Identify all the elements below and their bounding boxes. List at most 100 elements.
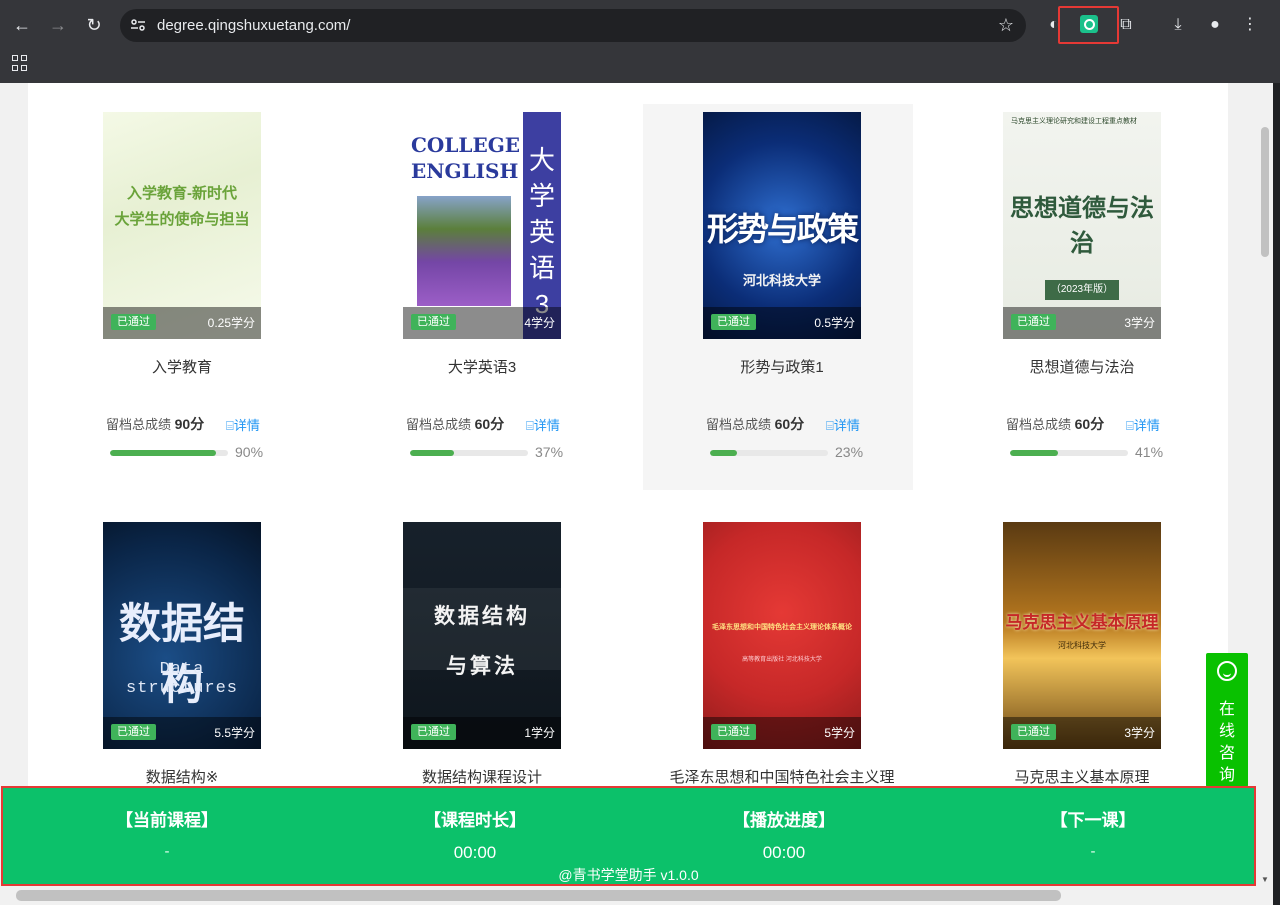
course-title[interactable]: 毛泽东思想和中国特色社会主义理 <box>643 766 921 787</box>
chat-icon <box>1217 661 1237 681</box>
page-viewport: 入学教育-新时代 大学生的使命与担当 已通过 0.25学分 入学教育 留档总成绩… <box>0 83 1273 886</box>
cover-text: 形势与政策 <box>706 211 859 247</box>
cover-image: COLLEGE ENGLISH 大学英语3 <box>403 112 561 339</box>
scroll-thumb[interactable] <box>16 890 1061 901</box>
passed-badge: 已通过 <box>711 314 756 330</box>
profile-icon[interactable]: ● <box>1203 13 1227 37</box>
cover-text: Data structures <box>125 660 239 698</box>
cover-text: 高等教育出版社 河北科技大学 <box>742 657 822 663</box>
score-label: 留档总成绩 <box>106 417 172 432</box>
course-title[interactable]: 思想道德与法治 <box>943 356 1221 377</box>
url-text[interactable]: degree.qingshuxuetang.com/ <box>157 17 350 34</box>
cover-text: 入学教育-新时代 <box>127 185 237 202</box>
current-course-value: - <box>164 843 170 860</box>
next-course-value: - <box>1090 843 1096 860</box>
course-title[interactable]: 大学英语3 <box>343 356 621 377</box>
star-icon[interactable]: ☆ <box>998 15 1014 36</box>
cover-info-bar: 已通过 4学分 <box>403 307 561 339</box>
cover-text: COLLEGE ENGLISH <box>411 133 521 183</box>
progress-bar <box>410 450 528 456</box>
score-row: 留档总成绩 60分 <box>706 414 804 434</box>
progress-fill <box>410 450 454 456</box>
cover-text: 数据结构 <box>434 605 530 628</box>
progress-text: 23% <box>835 444 864 460</box>
cover-text: 河北科技大学 <box>1058 641 1106 650</box>
browser-toolbar: ← → ↻ degree.qingshuxuetang.com/ ☆ ◐ ⧉ ⤓… <box>0 0 1280 50</box>
course-cover[interactable]: COLLEGE ENGLISH 大学英语3 已通过 4学分 <box>403 112 561 339</box>
credit-text: 5学分 <box>824 726 855 740</box>
next-course-block: 【下一课】 - <box>973 806 1213 860</box>
score-value: 60分 <box>1074 416 1105 432</box>
progress-fill <box>110 450 217 456</box>
vertical-scrollbar[interactable]: ▼ <box>1257 83 1273 886</box>
next-course-label: 【下一课】 <box>1050 811 1136 830</box>
detail-link[interactable]: ⌸详情 <box>1126 415 1160 434</box>
play-progress-block: 【播放进度】 00:00 <box>664 806 904 863</box>
credit-text: 5.5学分 <box>214 726 255 740</box>
consult-label: 在线咨询 <box>1218 701 1235 784</box>
course-title[interactable]: 数据结构※ <box>43 766 321 787</box>
cover-image: 形势与政策 河北科技大学 <box>703 112 861 339</box>
bookmarks-bar <box>0 50 1280 83</box>
progress-bar <box>710 450 828 456</box>
apps-icon[interactable] <box>12 55 28 71</box>
back-icon[interactable]: ← <box>10 13 34 37</box>
course-card[interactable]: 形势与政策 河北科技大学 已通过 0.5学分 形势与政策1 留档总成绩 60分 … <box>643 104 913 490</box>
progress-bar <box>1010 450 1128 456</box>
forward-icon[interactable]: → <box>46 13 70 37</box>
helper-extension-icon[interactable] <box>1080 15 1098 33</box>
course-cover[interactable]: 马克思主义基本原理 河北科技大学 已通过 3学分 <box>1003 522 1161 749</box>
cover-info-bar: 已通过 0.5学分 <box>703 307 861 339</box>
cover-info-bar: 已通过 5学分 <box>703 717 861 749</box>
progress-text: 41% <box>1135 444 1164 460</box>
course-cover[interactable]: 数据结构 与算法 已通过 1学分 <box>403 522 561 749</box>
course-card[interactable]: 入学教育-新时代 大学生的使命与担当 已通过 0.25学分 入学教育 留档总成绩… <box>43 104 313 490</box>
cover-info-bar: 已通过 1学分 <box>403 717 561 749</box>
download-icon[interactable]: ⤓ <box>1166 13 1190 37</box>
course-title[interactable]: 数据结构课程设计 <box>343 766 621 787</box>
cover-info-bar: 已通过 5.5学分 <box>103 717 261 749</box>
play-progress-label: 【播放进度】 <box>733 811 835 830</box>
course-title[interactable]: 入学教育 <box>43 356 321 377</box>
scroll-down-icon[interactable]: ▼ <box>1261 875 1269 884</box>
passed-badge: 已通过 <box>1011 724 1056 740</box>
score-row: 留档总成绩 60分 <box>1006 414 1104 434</box>
course-cover[interactable]: 入学教育-新时代 大学生的使命与担当 已通过 0.25学分 <box>103 112 261 339</box>
course-cover[interactable]: 形势与政策 河北科技大学 已通过 0.5学分 <box>703 112 861 339</box>
reload-icon[interactable]: ↻ <box>82 13 106 37</box>
cover-text: 与算法 <box>446 655 518 678</box>
duration-label: 【课程时长】 <box>424 811 526 830</box>
play-progress-value: 00:00 <box>762 843 806 862</box>
course-cover[interactable]: 毛泽东思想和中国特色社会主义理论体系概论 高等教育出版社 河北科技大学 已通过 … <box>703 522 861 749</box>
scroll-thumb[interactable] <box>1261 127 1269 257</box>
course-title[interactable]: 形势与政策1 <box>643 356 921 377</box>
cover-image: 马克思主义理论研究和建设工程重点教材 思想道德与法治 （2023年版） <box>1003 112 1161 339</box>
course-card[interactable]: COLLEGE ENGLISH 大学英语3 已通过 4学分 大学英语3 留档总成绩… <box>343 104 613 490</box>
online-consult-button[interactable]: 在线咨询 <box>1206 653 1248 787</box>
horizontal-scrollbar[interactable] <box>0 886 1273 905</box>
score-row: 留档总成绩 90分 <box>106 414 204 434</box>
course-cover[interactable]: 数据结构 Data structures 已通过 5.5学分 <box>103 522 261 749</box>
cover-image: 马克思主义基本原理 河北科技大学 <box>1003 522 1161 749</box>
cover-image: 入学教育-新时代 大学生的使命与担当 <box>103 112 261 339</box>
course-title[interactable]: 马克思主义基本原理 <box>943 766 1221 787</box>
cover-text: 毛泽东思想和中国特色社会主义理论体系概论 <box>712 624 852 631</box>
detail-link[interactable]: ⌸详情 <box>826 415 860 434</box>
score-value: 60分 <box>774 416 805 432</box>
detail-link[interactable]: ⌸详情 <box>226 415 260 434</box>
credit-text: 1学分 <box>524 726 555 740</box>
detail-link[interactable]: ⌸详情 <box>526 415 560 434</box>
helper-version: @青书学堂助手 v1.0.0 <box>558 867 699 883</box>
passed-badge: 已通过 <box>111 314 156 330</box>
passed-badge: 已通过 <box>411 724 456 740</box>
menu-icon[interactable]: ⋮ <box>1238 13 1262 37</box>
current-course-block: 【当前课程】 - <box>47 806 287 860</box>
course-card[interactable]: 马克思主义理论研究和建设工程重点教材 思想道德与法治 （2023年版） 已通过 … <box>943 104 1213 490</box>
puzzle-icon[interactable]: ⧉ <box>1114 13 1138 37</box>
credit-text: 0.5学分 <box>814 316 855 330</box>
progress-fill <box>1010 450 1059 456</box>
address-bar[interactable]: degree.qingshuxuetang.com/ ☆ <box>120 9 1026 42</box>
site-info-icon[interactable] <box>130 17 146 33</box>
course-cover[interactable]: 马克思主义理论研究和建设工程重点教材 思想道德与法治 （2023年版） 已通过 … <box>1003 112 1161 339</box>
cover-info-bar: 已通过 3学分 <box>1003 307 1161 339</box>
